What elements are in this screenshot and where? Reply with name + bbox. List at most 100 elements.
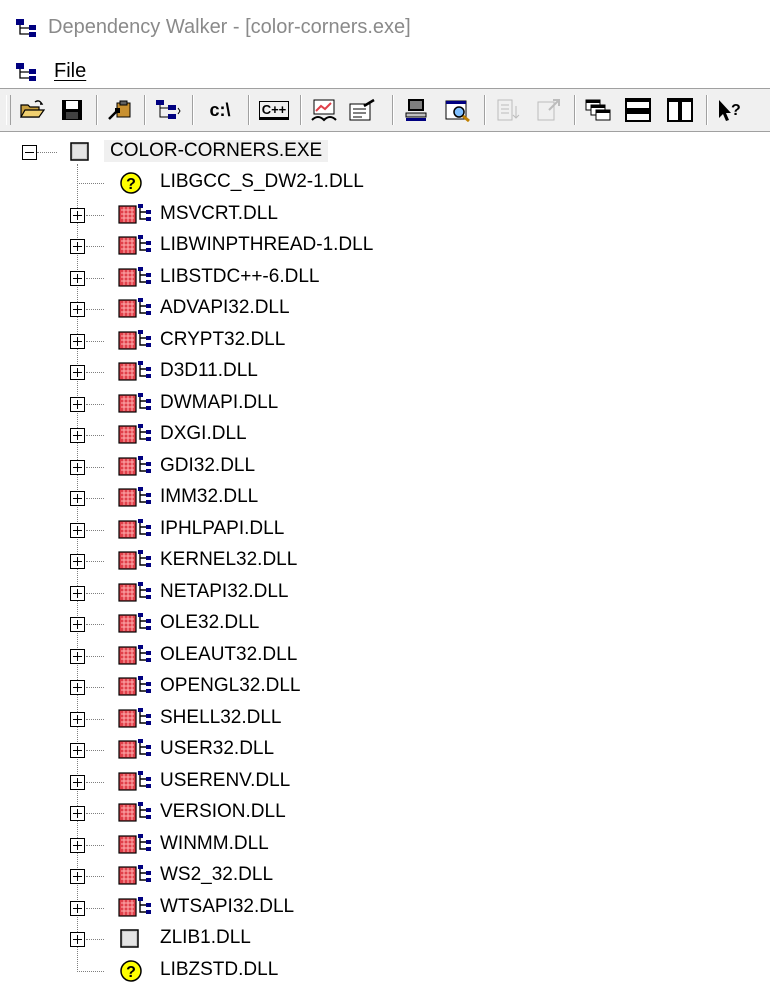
system-menu-icon[interactable] (16, 62, 40, 82)
tree-row[interactable]: KERNEL32.DLL (0, 546, 770, 577)
tree-item-label[interactable]: IPHLPAPI.DLL (160, 518, 284, 540)
tree-row[interactable]: USERENV.DLL (0, 767, 770, 798)
open-icon[interactable] (16, 95, 48, 125)
tree-row[interactable]: OPENGL32.DLL (0, 672, 770, 703)
tree-item-label[interactable]: USERENV.DLL (160, 770, 290, 792)
tree-item-label[interactable]: OPENGL32.DLL (160, 675, 300, 697)
tree-row[interactable]: SHELL32.DLL (0, 704, 770, 735)
external-viewer-icon[interactable] (532, 95, 564, 125)
tree-item-label[interactable]: ADVAPI32.DLL (160, 297, 290, 319)
expand-toggle[interactable] (70, 365, 85, 380)
tree-item-label[interactable]: KERNEL32.DLL (160, 549, 297, 571)
expand-toggle[interactable] (70, 554, 85, 569)
expand-toggle[interactable] (70, 649, 85, 664)
tree-row[interactable]: WINMM.DLL (0, 830, 770, 861)
expand-toggle[interactable] (70, 838, 85, 853)
expand-toggle[interactable] (70, 806, 85, 821)
tree-root-row[interactable]: COLOR-CORNERS.EXE (0, 137, 770, 168)
tree-item-label[interactable]: GDI32.DLL (160, 455, 255, 477)
tree-row[interactable]: MSVCRT.DLL (0, 200, 770, 231)
tree-item-label[interactable]: DWMAPI.DLL (160, 392, 278, 414)
tree-row[interactable]: IPHLPAPI.DLL (0, 515, 770, 546)
copy-icon[interactable] (104, 95, 136, 125)
tile-vertical-icon[interactable] (664, 95, 696, 125)
tree-row[interactable]: OLE32.DLL (0, 609, 770, 640)
tree-item-label[interactable]: MSVCRT.DLL (160, 203, 278, 225)
tree-row[interactable]: ADVAPI32.DLL (0, 294, 770, 325)
tree-item-label[interactable]: WS2_32.DLL (160, 864, 273, 886)
save-icon[interactable] (56, 95, 88, 125)
expand-toggle[interactable] (70, 775, 85, 790)
module-dependency-tree[interactable]: COLOR-CORNERS.EXE ? LIBGCC_S_DW2-1.DLL MSV… (0, 132, 770, 1000)
menu-file[interactable]: File (54, 60, 86, 83)
cascade-icon[interactable] (582, 95, 614, 125)
expand-toggle[interactable] (70, 712, 85, 727)
tree-row[interactable]: D3D11.DLL (0, 357, 770, 388)
tree-row[interactable]: ? LIBGCC_S_DW2-1.DLL (0, 168, 770, 199)
tree-row[interactable]: WS2_32.DLL (0, 861, 770, 892)
tree-row[interactable]: USER32.DLL (0, 735, 770, 766)
expand-toggle[interactable] (70, 428, 85, 443)
tree-row[interactable]: OLEAUT32.DLL (0, 641, 770, 672)
tree-item-label[interactable]: LIBGCC_S_DW2-1.DLL (160, 171, 364, 193)
tree-item-label[interactable]: IMM32.DLL (160, 486, 258, 508)
system-info-icon[interactable] (400, 95, 432, 125)
view-module-icon[interactable] (442, 95, 474, 125)
tree-item-label[interactable]: LIBZSTD.DLL (160, 959, 278, 981)
collapse-toggle[interactable] (22, 145, 37, 160)
tree-item-label[interactable]: DXGI.DLL (160, 423, 247, 445)
expand-toggle[interactable] (70, 523, 85, 538)
help-icon[interactable]: ? (714, 95, 746, 125)
expand-toggle[interactable] (70, 586, 85, 601)
expand-toggle[interactable] (70, 932, 85, 947)
tree-row[interactable]: VERSION.DLL (0, 798, 770, 829)
profile-icon[interactable] (308, 95, 340, 125)
expand-toggle[interactable] (70, 208, 85, 223)
expand-all-icon[interactable] (152, 95, 184, 125)
expand-toggle[interactable] (70, 743, 85, 758)
tree-row[interactable]: GDI32.DLL (0, 452, 770, 483)
tree-item-label[interactable]: USER32.DLL (160, 738, 274, 760)
properties-icon[interactable] (346, 95, 378, 125)
tree-item-label[interactable]: NETAPI32.DLL (160, 581, 288, 603)
tree-row[interactable]: LIBSTDC++-6.DLL (0, 263, 770, 294)
full-paths-icon[interactable]: c:\ (204, 95, 236, 125)
undecorate-cpp-icon[interactable]: C++ (258, 95, 290, 125)
expand-toggle[interactable] (70, 869, 85, 884)
expand-toggle[interactable] (70, 901, 85, 916)
tree-row[interactable]: IMM32.DLL (0, 483, 770, 514)
tree-item-label[interactable]: LIBWINPTHREAD-1.DLL (160, 234, 373, 256)
tree-item-label[interactable]: LIBSTDC++-6.DLL (160, 266, 319, 288)
tree-row[interactable]: ZLIB1.DLL (0, 924, 770, 955)
expand-toggle[interactable] (70, 334, 85, 349)
expand-toggle[interactable] (70, 491, 85, 506)
tree-row[interactable]: WTSAPI32.DLL (0, 893, 770, 924)
tree-item-label[interactable]: SHELL32.DLL (160, 707, 281, 729)
toolbar-grip[interactable] (6, 95, 11, 125)
tree-row[interactable]: DWMAPI.DLL (0, 389, 770, 420)
expand-toggle[interactable] (70, 617, 85, 632)
tree-item-label[interactable]: WINMM.DLL (160, 833, 269, 855)
tree-row[interactable]: ? LIBZSTD.DLL (0, 956, 770, 987)
tree-row[interactable]: LIBWINPTHREAD-1.DLL (0, 231, 770, 262)
expand-toggle[interactable] (70, 460, 85, 475)
expand-toggle[interactable] (70, 271, 85, 286)
tree-root-label[interactable]: COLOR-CORNERS.EXE (104, 140, 329, 162)
tile-horizontal-icon[interactable] (622, 95, 654, 125)
tree-row[interactable]: DXGI.DLL (0, 420, 770, 451)
tree-item-label[interactable]: OLE32.DLL (160, 612, 259, 634)
tree-item-label[interactable]: CRYPT32.DLL (160, 329, 285, 351)
tree-item-label[interactable]: VERSION.DLL (160, 801, 286, 823)
tree-item-label[interactable]: D3D11.DLL (160, 360, 258, 382)
sort-icon[interactable] (492, 95, 524, 125)
tree-item-label[interactable]: WTSAPI32.DLL (160, 896, 294, 918)
expand-toggle[interactable] (70, 397, 85, 412)
tree-item-label[interactable]: OLEAUT32.DLL (160, 644, 297, 666)
expand-toggle[interactable] (70, 239, 85, 254)
tree-row[interactable]: CRYPT32.DLL (0, 326, 770, 357)
tree-row[interactable]: NETAPI32.DLL (0, 578, 770, 609)
tree-item-label[interactable]: ZLIB1.DLL (160, 927, 251, 949)
expand-toggle[interactable] (70, 302, 85, 317)
expand-toggle[interactable] (70, 680, 85, 695)
module-64bit-icon (118, 550, 151, 570)
